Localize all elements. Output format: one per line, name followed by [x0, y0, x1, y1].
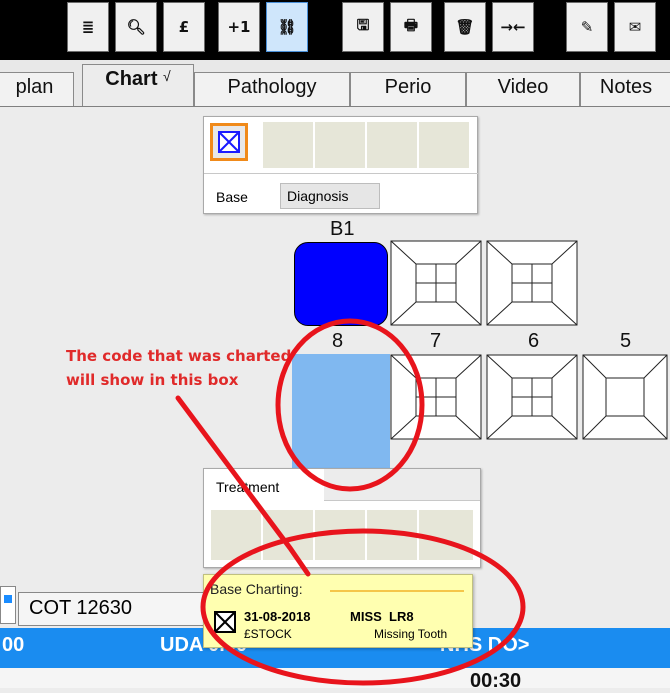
annotation-circle-tooltip	[200, 528, 526, 686]
annotation-circle-tooth	[275, 318, 425, 492]
annotation-overlay	[175, 318, 526, 686]
annotation-arrow-line	[175, 395, 311, 577]
